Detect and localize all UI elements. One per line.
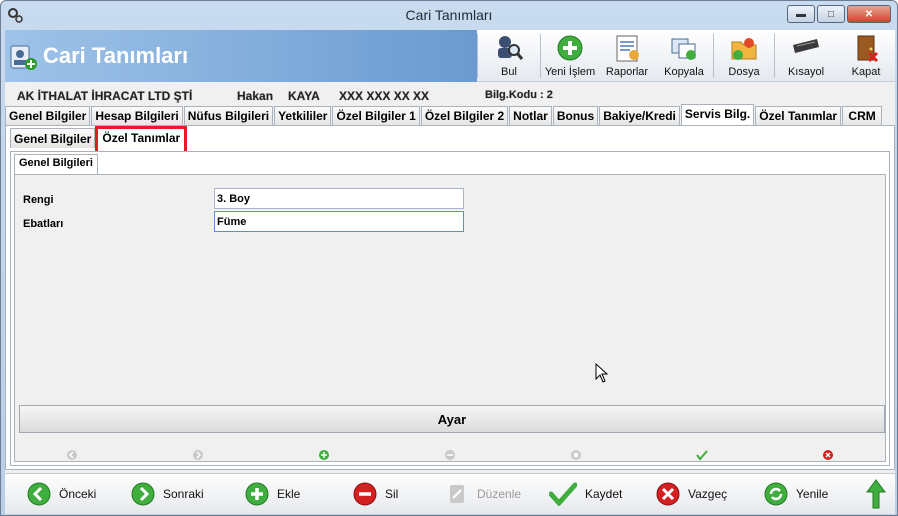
copy-icon <box>671 38 696 60</box>
refresh-icon <box>764 482 788 506</box>
tab-servis-bilg[interactable]: Servis Bilg. <box>680 104 755 126</box>
cancel-x-icon <box>656 482 680 506</box>
first-name: Hakan <box>237 89 274 103</box>
main-tab-strip: Genel Bilgiler Hesap Bilgileri Nüfus Bil… <box>5 104 883 126</box>
tab-yetkililer[interactable]: Yetkililer <box>274 106 332 126</box>
up-arrow-button[interactable] <box>865 478 895 510</box>
page-title: Cari Tanımları <box>43 43 189 68</box>
find-button[interactable]: Bul <box>478 30 540 82</box>
ebatlari-label: Ebatları <box>23 218 64 230</box>
record-nav-row <box>5 445 895 465</box>
tab-hesap-bilgileri[interactable]: Hesap Bilgileri <box>91 106 183 126</box>
ayar-button[interactable]: Ayar <box>19 405 885 433</box>
previous-button[interactable]: Önceki <box>27 482 96 506</box>
bottom-action-bar: Önceki Sonraki Ekle Sil Düzenle Kaydet V… <box>5 473 895 514</box>
ebatlari-input[interactable] <box>214 211 464 232</box>
save-button[interactable]: Kaydet <box>549 482 622 506</box>
main-window: Cari Tanımları ▬ □ ✕ Cari Tanımları Bul … <box>0 0 898 516</box>
rengi-input[interactable] <box>214 188 464 209</box>
tab-genel-bilgiler[interactable]: Genel Bilgiler <box>5 106 91 126</box>
add-button[interactable]: Ekle <box>245 482 300 506</box>
edit-page-icon <box>450 485 464 503</box>
plus-icon <box>245 482 269 506</box>
keyboard-icon <box>793 39 819 53</box>
next-button[interactable]: Sonraki <box>131 482 204 506</box>
exit-door-icon <box>857 35 879 63</box>
title-bar: Cari Tanımları ▬ □ ✕ <box>1 1 897 31</box>
servis-bilg-panel: Genel Bilgiler Özel Tanımlar Genel Bilgi… <box>5 125 895 470</box>
cancel-button[interactable]: Vazgeç <box>656 482 727 506</box>
checkmark-icon <box>549 482 577 506</box>
tab-nufus-bilgileri[interactable]: Nüfus Bilgileri <box>183 106 274 126</box>
arrow-left-icon <box>27 482 51 506</box>
subtab-genel-bilgiler[interactable]: Genel Bilgiler <box>10 128 96 148</box>
minimize-button[interactable]: ▬ <box>787 5 815 23</box>
arrow-up-icon <box>866 479 886 509</box>
refresh-button[interactable]: Yenile <box>764 482 828 506</box>
inner-tab-genel-bilgileri[interactable]: Genel Bilgileri <box>14 154 98 175</box>
reports-button[interactable]: Raporlar <box>599 30 655 82</box>
arrow-right-icon <box>131 482 155 506</box>
form-area: Rengi Ebatları Ayar <box>14 174 886 462</box>
green-plus-icon <box>557 35 583 61</box>
header-banner: Cari Tanımları <box>5 30 477 82</box>
edit-button[interactable]: Düzenle <box>445 482 521 506</box>
delete-button[interactable]: Sil <box>353 482 398 506</box>
subtab-ozel-tanimlar[interactable]: Özel Tanımlar <box>95 126 188 154</box>
file-button[interactable]: Dosya <box>714 30 774 82</box>
customer-card-icon <box>10 45 37 70</box>
tab-ozel-bilgiler-1[interactable]: Özel Bilgiler 1 <box>332 106 420 126</box>
nav-remove-icon[interactable] <box>444 449 456 461</box>
tab-bonus[interactable]: Bonus <box>552 106 599 126</box>
close-window-button[interactable]: ✕ <box>847 5 891 23</box>
client-area: Cari Tanımları Bul Yeni İşlem Raporlar K… <box>5 30 895 514</box>
search-person-icon <box>498 36 524 60</box>
tab-ozel-tanimlar[interactable]: Özel Tanımlar <box>755 106 842 126</box>
tab-ozel-bilgiler-2[interactable]: Özel Bilgiler 2 <box>420 106 509 126</box>
record-code: Bilg.Kodu : 2 <box>485 89 553 101</box>
nav-next-icon[interactable] <box>192 449 204 461</box>
nav-add-icon[interactable] <box>318 449 330 461</box>
new-transaction-button[interactable]: Yeni İşlem <box>541 30 599 82</box>
shortcut-button[interactable]: Kısayol <box>775 30 837 82</box>
folder-icon <box>731 38 757 60</box>
last-name: KAYA <box>288 89 320 103</box>
minus-icon <box>353 482 377 506</box>
nav-cancel-icon[interactable] <box>822 449 834 461</box>
phone-number: XXX XXX XX XX <box>339 89 430 103</box>
report-icon <box>616 35 639 62</box>
ozel-tanimlar-panel: Genel Bilgileri Rengi Ebatları Ayar <box>10 151 890 466</box>
company-name: AK İTHALAT İHRACAT LTD ŞTİ <box>17 89 193 103</box>
nav-prev-icon[interactable] <box>66 449 78 461</box>
tab-notlar[interactable]: Notlar <box>509 106 552 126</box>
nav-confirm-icon[interactable] <box>696 449 708 461</box>
nav-edit-icon[interactable] <box>570 449 582 461</box>
toolbar: Bul Yeni İşlem Raporlar Kopyala Dosya Kı… <box>477 30 895 82</box>
window-title: Cari Tanımları <box>405 7 493 23</box>
mouse-cursor-icon <box>595 363 609 383</box>
tab-bakiye-kredi[interactable]: Bakiye/Kredi <box>599 106 680 126</box>
exit-button[interactable]: Kapat <box>837 30 895 82</box>
rengi-label: Rengi <box>23 194 54 206</box>
copy-button[interactable]: Kopyala <box>655 30 713 82</box>
tab-crm[interactable]: CRM <box>842 106 883 126</box>
maximize-button[interactable]: □ <box>817 5 845 23</box>
